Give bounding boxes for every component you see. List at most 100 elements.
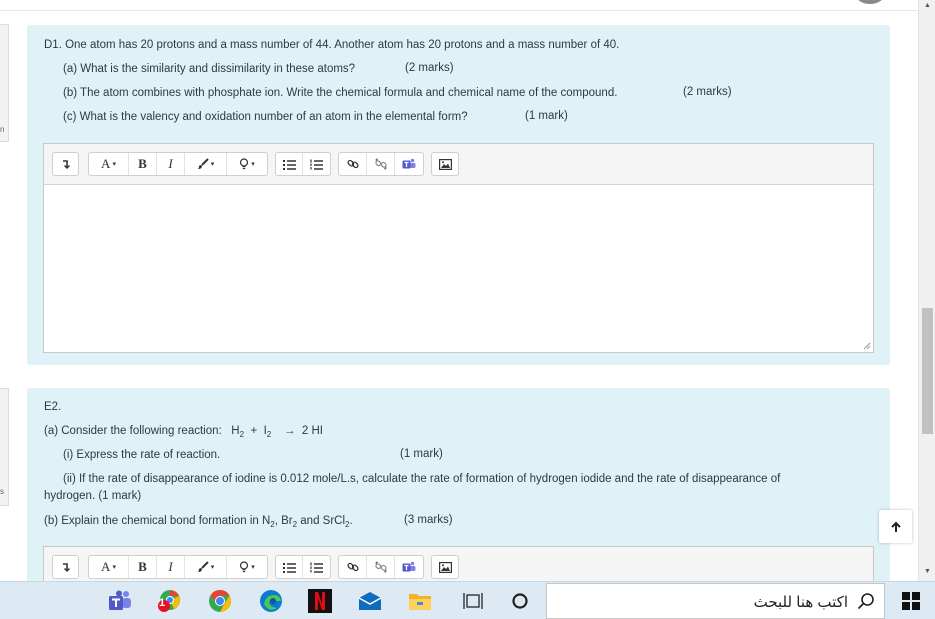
arrow-down-icon [62,160,70,169]
edge-icon [260,590,282,612]
part-b-end: . [349,515,353,527]
taskbar-search-box[interactable]: اكتب هنا للبحث [546,583,885,619]
link-icon [346,562,359,572]
brush-icon [197,158,209,169]
side-marker: n [0,125,5,134]
scroll-down-arrow-icon[interactable]: ▼ [924,568,931,575]
question-d1-part-b-marks: (2 marks) [683,86,732,98]
toolbar-group-media [431,152,459,176]
task-view-icon [463,593,483,609]
task-view-button[interactable] [460,588,486,614]
toolbar-group-style: A ▾ B I ▾ ▾ [88,152,268,176]
chrome-taskbar-button[interactable] [207,588,233,614]
avatar[interactable] [856,0,884,4]
highlight-button[interactable]: ▾ [227,556,267,578]
lightbulb-icon [240,561,249,573]
bold-button[interactable]: B [129,556,157,578]
equation-h: H [231,425,240,437]
collapse-toolbar-button[interactable] [53,153,78,175]
lightbulb-icon [240,158,249,170]
chevron-down-icon: ▾ [210,564,215,571]
unlink-button[interactable] [367,153,395,175]
unlink-button[interactable] [367,556,395,578]
bullet-list-icon [282,159,296,170]
italic-button[interactable]: I [157,153,185,175]
teams-meeting-button[interactable] [395,153,423,175]
brush-icon [197,561,209,572]
editor-toolbar: A ▾ B I ▾ ▾ [44,144,873,185]
link-button[interactable] [339,556,367,578]
highlight-button[interactable]: ▾ [227,153,267,175]
part-a-prefix: (a) Consider the following reaction: [44,425,222,437]
editor-toolbar: A ▾ B I ▾ ▾ [44,547,873,581]
edge-taskbar-button[interactable] [258,588,284,614]
paragraph-style-button[interactable]: A ▾ [89,153,129,175]
link-icon [346,159,359,169]
numbered-list-icon [310,562,323,573]
text-color-button[interactable]: ▾ [185,556,227,578]
teams-taskbar-button[interactable] [107,588,133,614]
file-explorer-taskbar-button[interactable] [407,588,433,614]
image-icon [438,158,452,170]
mail-icon [358,592,382,610]
link-button[interactable] [339,153,367,175]
equation-product: 2 HI [301,425,323,437]
netflix-taskbar-button[interactable] [307,588,333,614]
question-e2-part-a-i: (i) Express the rate of reaction. [63,449,221,461]
arrow-down-icon [62,563,70,572]
bullet-list-icon [282,562,296,573]
arrow-up-icon [890,521,901,532]
toolbar-group-media [431,555,459,579]
text-color-button[interactable]: ▾ [185,153,227,175]
taskbar: 1 اكتب هنا للبحث [0,581,935,619]
insert-image-button[interactable] [432,153,458,175]
windows-start-icon[interactable] [902,592,920,610]
chevron-down-icon: ▾ [251,161,255,168]
mail-taskbar-button[interactable] [357,588,383,614]
scroll-up-arrow-icon[interactable]: ▲ [924,2,931,9]
toolbar-group-collapse [52,555,79,579]
unlink-icon [374,561,387,573]
teams-meeting-button[interactable] [395,556,423,578]
chrome-badge-taskbar-button[interactable]: 1 [156,588,182,614]
unordered-list-button[interactable] [276,153,303,175]
ordered-list-button[interactable] [303,153,330,175]
toolbar-group-collapse [52,152,79,176]
chevron-down-icon: ▾ [251,564,255,571]
question-e2-title: E2. [44,401,62,413]
equation-plus: + [250,425,258,437]
toolbar-group-links [338,555,424,579]
toolbar-group-lists [275,555,331,579]
part-b-br: , Br [274,515,293,527]
chevron-down-icon: ▾ [112,160,116,168]
side-marker: s [0,487,4,496]
part-b-srcl: and SrCl [297,515,346,527]
unordered-list-button[interactable] [276,556,303,578]
insert-image-button[interactable] [432,556,458,578]
resize-handle-icon[interactable] [863,342,871,350]
teams-icon [402,561,416,572]
cortana-button[interactable] [507,588,533,614]
toolbar-group-links [338,152,424,176]
answer-textarea-d1[interactable] [44,185,873,352]
paragraph-style-button[interactable]: A ▾ [89,556,129,578]
back-to-top-button[interactable] [879,510,912,543]
ordered-list-button[interactable] [303,556,330,578]
part-b-prefix: (b) Explain the chemical bond formation … [44,515,271,527]
paragraph-style-label: A [101,156,111,171]
notification-badge: 1 [159,597,166,609]
answer-editor-e2: A ▾ B I ▾ ▾ [43,546,874,581]
question-d1-part-a: (a) What is the similarity and dissimila… [63,63,356,75]
chevron-down-icon: ▾ [112,563,116,571]
page-scrollbar[interactable]: ▲ ▼ [918,0,935,581]
toolbar-group-style: A ▾ B I ▾ ▾ [88,555,268,579]
bold-button[interactable]: B [129,153,157,175]
teams-icon [109,590,131,610]
question-e2-part-a-i-marks: (1 mark) [400,448,443,460]
italic-button[interactable]: I [157,556,185,578]
question-d1-part-a-marks: (2 marks) [405,62,454,74]
collapse-toolbar-button[interactable] [53,556,78,578]
equation-i-sub: 2 [266,430,272,439]
scrollbar-thumb[interactable] [922,308,933,434]
teams-icon [402,158,416,169]
